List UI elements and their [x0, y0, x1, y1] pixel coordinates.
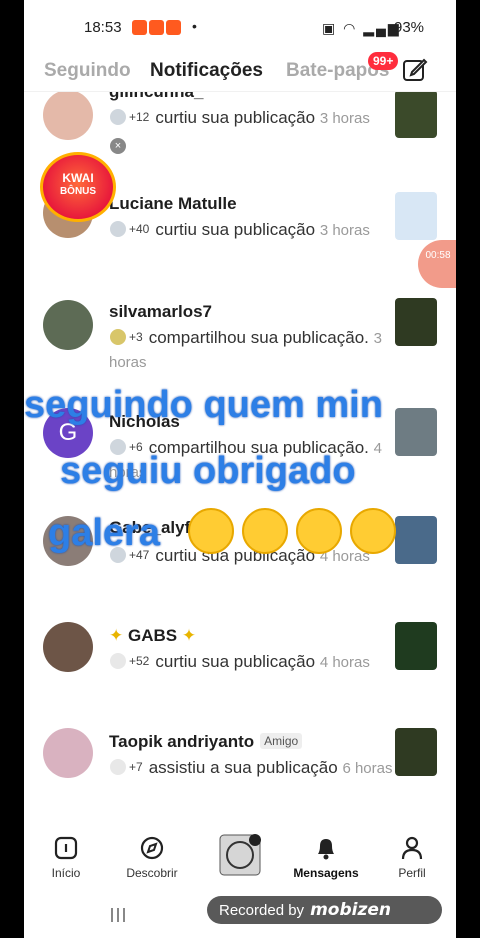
post-thumbnail[interactable]: [395, 192, 437, 240]
post-thumbnail[interactable]: [395, 92, 437, 138]
kwai-label: KWAI: [62, 171, 94, 185]
post-thumbnail[interactable]: [395, 298, 437, 346]
tab-seguindo[interactable]: Seguindo: [44, 60, 131, 82]
close-icon[interactable]: ×: [110, 138, 126, 154]
nav-descobrir[interactable]: Descobrir: [114, 834, 190, 880]
avatar[interactable]: [43, 622, 93, 672]
avatar-stack-icon: [109, 108, 127, 126]
avatar[interactable]: [43, 92, 93, 140]
user-name[interactable]: silvamarlos7: [109, 302, 212, 322]
action-text: curtiu sua publicação: [155, 546, 316, 565]
avatar-stack-icon: [109, 652, 127, 670]
home-icon: [54, 836, 78, 860]
time-ago: 3 horas: [319, 110, 370, 127]
money-face-emoji-icon: [242, 508, 288, 554]
time-ago: 4 horas: [319, 654, 370, 671]
screen-recorder-watermark: Recorded by mobizen: [207, 896, 442, 924]
tab-notificacoes[interactable]: Notificações: [150, 60, 263, 82]
kwai-bonus-label: BÔNUS: [59, 186, 97, 197]
action-text: assistiu a sua publicação: [148, 758, 338, 777]
app-screen: 18:53 • ▣ ◠ ▂▄▆ 93% Seguindo Notificaçõe…: [24, 0, 456, 938]
action-text: curtiu sua publicação: [155, 652, 316, 671]
user-name[interactable]: Taopik andriyanto Amigo: [109, 732, 303, 752]
overlay-caption-line2: seguiu obrigado: [60, 450, 356, 492]
hugging-face-emoji-icon: [188, 508, 234, 554]
status-time: 18:53: [84, 19, 122, 36]
compass-icon: [140, 836, 164, 860]
action-text: curtiu sua publicação: [155, 220, 316, 239]
nav-inicio[interactable]: Início: [28, 834, 104, 880]
post-thumbnail[interactable]: [395, 728, 437, 776]
user-name[interactable]: giiihcunha_: [109, 92, 203, 102]
post-thumbnail[interactable]: [395, 622, 437, 670]
profile-badge-icon: [219, 834, 261, 876]
sparkle-icon: ✦: [181, 626, 197, 645]
unread-badge: 99+: [368, 52, 399, 70]
like-count: +12: [129, 110, 150, 124]
avatar-stack-icon: [109, 758, 127, 776]
action-text: compartilhou sua publicação.: [148, 328, 369, 347]
nav-label: Mensagens: [293, 866, 359, 880]
avatar-stack-icon: [109, 220, 127, 238]
action-text: curtiu sua publicação: [155, 108, 316, 127]
compose-icon[interactable]: [402, 57, 428, 83]
overlay-caption-line3: galera: [48, 512, 160, 554]
time-ago: 6 horas: [342, 760, 393, 777]
cowboy-face-emoji-icon: [350, 508, 396, 554]
kwai-bonus-button[interactable]: KWAI BÔNUS: [40, 152, 116, 222]
like-count: +52: [129, 654, 150, 668]
nav-label: Início: [51, 866, 81, 880]
nav-mensagens[interactable]: Mensagens: [288, 834, 364, 880]
avatar[interactable]: [43, 300, 93, 350]
status-dot: •: [192, 18, 197, 34]
avatar-stack-icon: [109, 328, 127, 346]
giggle-face-emoji-icon: [296, 508, 342, 554]
signal-wifi-icon: ▣ ◠ ▂▄▆: [322, 20, 401, 36]
post-thumbnail[interactable]: [395, 516, 437, 564]
like-count: +40: [129, 222, 150, 236]
user-name[interactable]: ✦ GABS ✦: [109, 626, 196, 646]
notification-app-icons: [132, 20, 181, 35]
avatar[interactable]: [43, 728, 93, 778]
post-thumbnail[interactable]: [395, 408, 437, 456]
nav-label: Perfil: [398, 866, 426, 880]
nav-profile-badge[interactable]: [202, 834, 278, 880]
user-name[interactable]: Luciane Matulle: [109, 194, 237, 214]
recent-apps-icon[interactable]: [108, 906, 128, 924]
person-icon: [401, 836, 423, 860]
timer-text: 00:58: [425, 250, 451, 261]
bottom-nav: Início Descobrir Mensagens Perfil: [24, 828, 456, 888]
notification-item[interactable]: ✦ GABS ✦ +52 curtiu sua publicação 4 hora…: [24, 620, 456, 726]
time-ago: 3 horas: [319, 222, 370, 239]
overlay-caption-line1: seguindo quem min: [24, 384, 383, 426]
share-count: +3: [129, 330, 143, 344]
nav-label: Descobrir: [126, 866, 178, 880]
recorder-prefix: Recorded by: [219, 902, 305, 919]
recorder-brand: mobizen: [310, 900, 391, 920]
sparkle-icon: ✦: [109, 626, 124, 645]
status-bar: 18:53 • ▣ ◠ ▂▄▆ 93%: [24, 0, 456, 56]
notification-item[interactable]: Taopik andriyanto Amigo +7 assistiu a sua …: [24, 726, 456, 814]
nav-perfil[interactable]: Perfil: [374, 834, 450, 880]
bell-icon: [318, 839, 334, 860]
view-count: +7: [129, 760, 143, 774]
battery-level: 93%: [394, 19, 425, 36]
friend-tag: Amigo: [260, 733, 303, 749]
